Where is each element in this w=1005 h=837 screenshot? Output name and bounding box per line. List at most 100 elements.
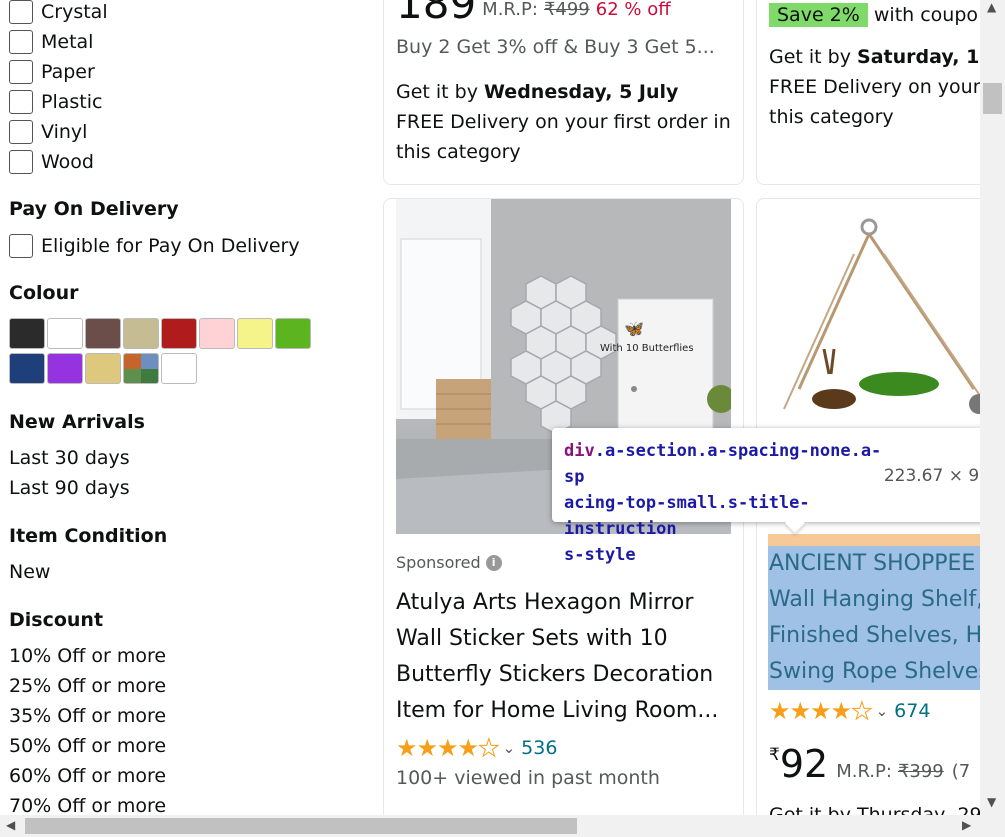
filter-material-paper[interactable]: Paper [9, 58, 95, 86]
checkbox[interactable] [9, 30, 33, 54]
scroll-down-arrow-icon[interactable]: ▼ [987, 795, 996, 809]
checkbox[interactable] [9, 0, 33, 24]
discount-percent: 62 % off [595, 0, 671, 20]
mrp-label: M.R.P: [482, 0, 538, 20]
scroll-right-arrow-icon[interactable]: ▶ [962, 818, 971, 832]
colour-swatch[interactable] [237, 318, 273, 349]
colour-swatch[interactable] [123, 318, 159, 349]
new-arrivals-heading: New Arrivals [9, 411, 145, 433]
colour-heading: Colour [9, 282, 79, 304]
star-rating-icon[interactable]: ★★★★★ [769, 697, 873, 726]
scroll-left-arrow-icon[interactable]: ◀ [6, 818, 15, 832]
price-row: ₹ 92 M.R.P: ₹399 (7 [769, 745, 980, 783]
rating-row: ★★★★★ ⌄ 536 [396, 734, 557, 763]
checkbox[interactable] [9, 60, 33, 84]
colour-swatch[interactable] [9, 318, 45, 349]
discount-heading: Discount [9, 609, 104, 631]
rating-count-link[interactable]: 674 [894, 700, 930, 722]
colour-swatch[interactable] [85, 318, 121, 349]
element-size: 223.67 × 96 [883, 466, 990, 486]
sponsored-text: Sponsored [396, 553, 481, 572]
filter-sidebar: Crystal Metal Paper Plastic Vinyl Wood P… [0, 0, 370, 815]
colour-swatch[interactable] [161, 318, 197, 349]
title-line: Wall Sticker Sets with 10 [396, 626, 668, 651]
free-delivery-text: FREE Delivery on your first order in [396, 111, 731, 133]
filter-discount-70[interactable]: 70% Off or more [9, 795, 166, 815]
rating-row: ★★★★★ ⌄ 674 [769, 697, 930, 726]
colour-swatch[interactable] [9, 353, 45, 384]
colour-swatch[interactable] [85, 353, 121, 384]
checkbox[interactable] [9, 120, 33, 144]
title-line: Item for Home Living Room... [396, 698, 719, 723]
filter-condition-new[interactable]: New [9, 561, 50, 583]
selector-classes: .a-section.a-spacing-none.a-sp [564, 441, 882, 487]
rupee-symbol: ₹ [769, 745, 780, 765]
filter-label: Paper [41, 61, 95, 83]
delivery-prefix: Get it by [396, 81, 478, 103]
filter-pay-on-delivery[interactable]: Eligible for Pay On Delivery [9, 232, 300, 260]
price-row: 189 M.R.P: ₹499 62 % off [396, 0, 671, 28]
delivery-line: Get it by Wednesday, 5 July [396, 81, 678, 103]
filter-material-crystal[interactable]: Crystal [9, 0, 108, 26]
filter-discount-35[interactable]: 35% Off or more [9, 705, 166, 727]
chevron-down-icon[interactable]: ⌄ [876, 702, 889, 720]
filter-label: Wood [41, 151, 94, 173]
filter-material-wood[interactable]: Wood [9, 148, 94, 176]
coupon-text: with coupo [873, 4, 979, 26]
filter-material-metal[interactable]: Metal [9, 28, 93, 56]
filter-last-90-days[interactable]: Last 90 days [9, 477, 130, 499]
filter-material-vinyl[interactable]: Vinyl [9, 118, 87, 146]
inspector-tooltip: div.a-section.a-spacing-none.a-sp acing-… [552, 428, 1002, 565]
title-line: Atulya Arts Hexagon Mirror [396, 590, 694, 615]
colour-swatch[interactable] [47, 318, 83, 349]
save-badge: Save 2% [769, 3, 868, 27]
free-delivery-text: FREE Delivery on your [769, 76, 981, 98]
title-line: Wall Hanging Shelf, [769, 587, 980, 612]
title-line: Butterfly Stickers Decoration [396, 662, 714, 687]
info-icon[interactable]: i [485, 554, 502, 571]
product-card: 189 M.R.P: ₹499 62 % off Buy 2 Get 3% of… [383, 0, 744, 185]
filter-label: Vinyl [41, 121, 88, 143]
title-line: Swing Rope Shelves [769, 659, 980, 684]
filter-label: Metal [41, 31, 94, 53]
colour-swatch[interactable] [199, 318, 235, 349]
filter-label: Eligible for Pay On Delivery [41, 235, 300, 257]
image-caption: With 10 Butterflies [600, 343, 694, 354]
mrp-value: ₹399 [897, 761, 944, 782]
colour-swatch[interactable] [123, 353, 159, 384]
filter-material-plastic[interactable]: Plastic [9, 88, 102, 116]
filter-discount-25[interactable]: 25% Off or more [9, 675, 166, 697]
checkbox[interactable] [9, 234, 33, 258]
horizontal-scrollbar[interactable]: ◀ ▶ [0, 815, 1005, 837]
viewed-text: 100+ viewed in past month [396, 767, 660, 789]
filter-discount-60[interactable]: 60% Off or more [9, 765, 166, 787]
vertical-scroll-thumb[interactable] [983, 83, 1002, 114]
sponsored-label[interactable]: Sponsored i [396, 553, 502, 572]
filter-label: Plastic [41, 91, 103, 113]
colour-swatch[interactable] [47, 353, 83, 384]
rating-count-link[interactable]: 536 [521, 737, 557, 759]
title-line: Finished Shelves, Ha [769, 623, 980, 648]
colour-swatch[interactable] [161, 353, 197, 384]
filter-discount-10[interactable]: 10% Off or more [9, 645, 166, 667]
filter-last-30-days[interactable]: Last 30 days [9, 447, 130, 469]
chevron-down-icon[interactable]: ⌄ [503, 739, 516, 757]
star-rating-icon[interactable]: ★★★★★ [396, 734, 500, 763]
scroll-up-arrow-icon[interactable]: ▲ [987, 0, 996, 14]
selector-line: acing-top-small.s-title-instruction [564, 493, 810, 539]
coupon-row: Save 2% with coupo [769, 3, 979, 27]
vertical-scrollbar[interactable]: ▲ ▼ [980, 0, 1005, 815]
filter-discount-50[interactable]: 50% Off or more [9, 735, 166, 757]
delivery-date: Wednesday, 5 July [484, 81, 679, 103]
delivery-line: Get it by Thursday, 29 [769, 804, 980, 815]
selector-line: s-style [564, 545, 636, 565]
price-whole: 92 [779, 745, 829, 783]
checkbox[interactable] [9, 90, 33, 114]
horizontal-scroll-thumb[interactable] [25, 818, 577, 834]
mrp-value: ₹499 [543, 0, 590, 20]
checkbox[interactable] [9, 150, 33, 174]
colour-swatch[interactable] [275, 318, 311, 349]
product-title-link[interactable]: Atulya Arts Hexagon Mirror Wall Sticker … [396, 585, 718, 729]
price-whole: 189 [396, 0, 477, 28]
delivery-prefix: Get it by [769, 46, 851, 68]
